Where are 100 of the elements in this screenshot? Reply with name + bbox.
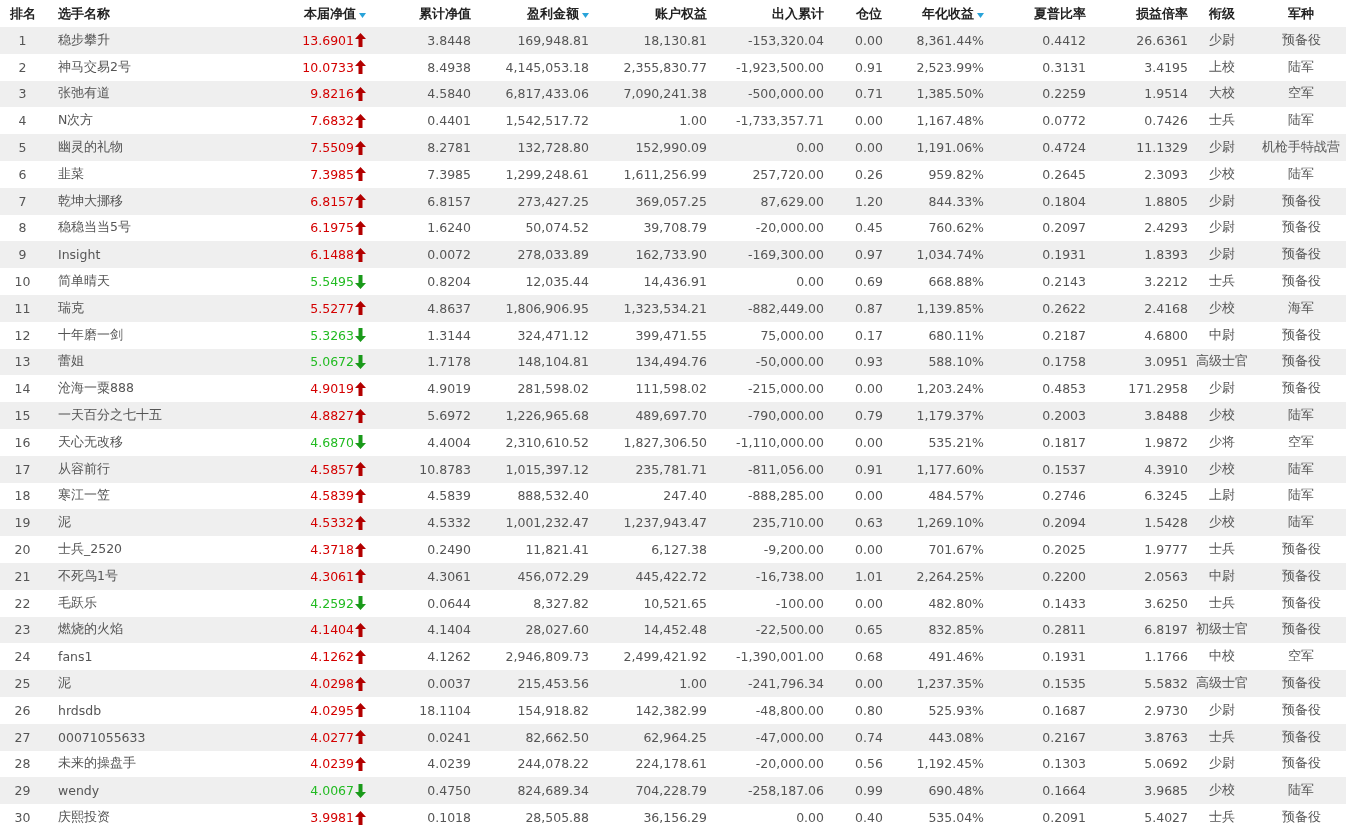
profit-amount: 1,226,965.68 [505, 408, 589, 424]
branch-label: 陆军 [1288, 58, 1314, 76]
player-name: 毛跃乐 [58, 594, 97, 612]
annual-return: 959.82% [928, 166, 984, 182]
cash-flow: 0.00 [796, 274, 824, 290]
sharpe-ratio: 0.2094 [1042, 515, 1086, 531]
position-value: 0.71 [855, 86, 883, 102]
account-equity: 1,323,534.21 [623, 300, 707, 316]
annual-return: 832.85% [928, 622, 984, 638]
sort-down-icon[interactable] [359, 12, 366, 18]
account-equity: 36,156.29 [643, 810, 707, 825]
position-value: 0.91 [855, 461, 883, 477]
pl-ratio: 4.3910 [1144, 461, 1188, 477]
profit-amount: 456,072.29 [517, 568, 589, 584]
profit-amount: 50,074.52 [525, 220, 589, 236]
position-value: 0.00 [855, 381, 883, 397]
column-header[interactable]: 盈利金额 [527, 4, 579, 23]
cash-flow: 75,000.00 [760, 327, 824, 343]
rank-cell: 3 [18, 86, 27, 102]
rank-cell: 20 [14, 542, 31, 558]
grade-label: 上校 [1209, 58, 1235, 76]
sharpe-ratio: 0.1664 [1042, 783, 1086, 799]
account-equity: 369,057.25 [635, 193, 707, 209]
position-value: 0.00 [855, 113, 883, 129]
rank-cell: 6 [18, 166, 27, 182]
player-name: 从容前行 [58, 460, 110, 478]
sharpe-ratio: 0.3131 [1042, 59, 1086, 75]
annual-return: 680.11% [928, 327, 984, 343]
player-name: 泥 [58, 514, 71, 532]
position-value: 0.45 [855, 220, 883, 236]
grade-label: 初级士官 [1196, 621, 1248, 639]
position-value: 1.01 [855, 568, 883, 584]
branch-label: 预备役 [1281, 219, 1321, 237]
annual-return: 1,203.24% [916, 381, 984, 397]
position-value: 0.63 [855, 515, 883, 531]
rank-cell: 18 [14, 488, 31, 504]
net-value: 3.9981 [310, 810, 354, 825]
cumulative-value: 0.0644 [427, 595, 471, 611]
annual-return: 535.04% [928, 810, 984, 825]
sharpe-ratio: 0.2622 [1042, 300, 1086, 316]
column-header: 选手名称 [58, 4, 110, 23]
net-value: 4.2592 [310, 595, 354, 611]
sharpe-ratio: 0.2143 [1042, 274, 1086, 290]
profit-amount: 28,505.88 [525, 810, 589, 825]
cash-flow: -16,738.00 [755, 568, 824, 584]
cumulative-value: 1.6240 [427, 220, 471, 236]
cash-flow: -50,000.00 [755, 354, 824, 370]
sharpe-ratio: 0.2746 [1042, 488, 1086, 504]
player-name: Insight [58, 247, 101, 263]
rank-cell: 30 [14, 810, 31, 825]
profit-amount: 8,327.82 [533, 595, 589, 611]
rank-cell: 19 [14, 515, 31, 531]
cash-flow: -1,390,001.00 [736, 649, 824, 665]
account-equity: 162,733.90 [635, 247, 707, 263]
cash-flow: -888,285.00 [747, 488, 824, 504]
profit-amount: 2,310,610.52 [505, 434, 589, 450]
rank-cell: 22 [14, 595, 31, 611]
annual-return: 1,269.10% [916, 515, 984, 531]
cumulative-value: 4.1262 [427, 649, 471, 665]
column-header[interactable]: 本届净值 [304, 4, 356, 23]
sharpe-ratio: 0.2091 [1042, 810, 1086, 825]
position-value: 0.65 [855, 622, 883, 638]
branch-label: 陆军 [1288, 782, 1314, 800]
rank-cell: 17 [14, 461, 31, 477]
cumulative-value: 4.1404 [427, 622, 471, 638]
branch-label: 预备役 [1281, 621, 1321, 639]
sharpe-ratio: 0.2811 [1042, 622, 1086, 638]
player-name: 幽灵的礼物 [58, 139, 123, 157]
player-name: 天心无改移 [58, 433, 123, 451]
profit-amount: 154,918.82 [517, 702, 589, 718]
grade-label: 少校 [1209, 460, 1235, 478]
rank-cell: 1 [18, 32, 27, 48]
sort-down-icon[interactable] [977, 12, 984, 18]
annual-return: 2,264.25% [916, 568, 984, 584]
cumulative-value: 4.5839 [427, 488, 471, 504]
sharpe-ratio: 0.4412 [1042, 32, 1086, 48]
grade-label: 少尉 [1209, 246, 1235, 264]
annual-return: 1,192.45% [916, 756, 984, 772]
cumulative-value: 4.3061 [427, 568, 471, 584]
branch-label: 预备役 [1281, 192, 1321, 210]
cumulative-value: 0.8204 [427, 274, 471, 290]
annual-return: 443.08% [928, 729, 984, 745]
rank-cell: 28 [14, 756, 31, 772]
pl-ratio: 2.4168 [1144, 300, 1188, 316]
sharpe-ratio: 0.1758 [1042, 354, 1086, 370]
sort-down-icon[interactable] [582, 12, 589, 18]
annual-return: 690.48% [928, 783, 984, 799]
branch-label: 预备役 [1281, 809, 1321, 826]
cumulative-value: 4.8637 [427, 300, 471, 316]
cash-flow: -169,300.00 [747, 247, 824, 263]
cash-flow: -241,796.34 [747, 676, 824, 691]
cumulative-value: 1.7178 [427, 354, 471, 370]
net-value: 4.0277 [310, 729, 354, 745]
branch-label: 空军 [1288, 648, 1314, 666]
profit-amount: 273,427.25 [517, 193, 589, 209]
rank-cell: 24 [14, 649, 31, 665]
grade-label: 士兵 [1209, 728, 1235, 746]
pl-ratio: 6.3245 [1144, 488, 1188, 504]
account-equity: 152,990.09 [635, 140, 707, 156]
column-header[interactable]: 年化收益 [922, 4, 974, 23]
